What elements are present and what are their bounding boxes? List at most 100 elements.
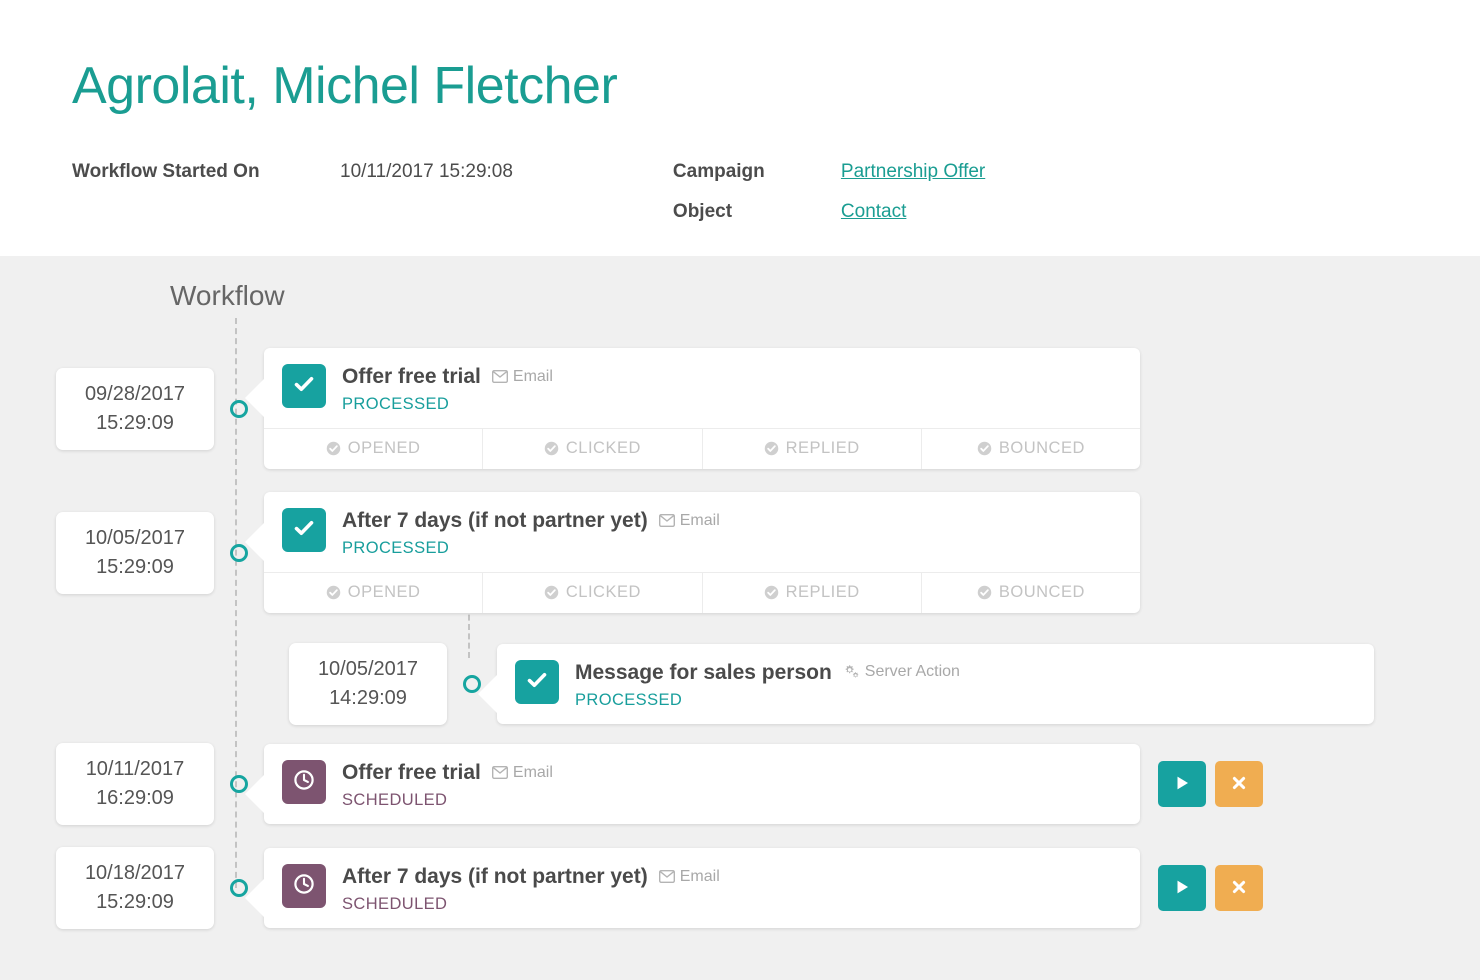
check-icon <box>292 372 316 401</box>
cancel-button[interactable] <box>1215 761 1263 807</box>
row-date: 09/28/2017 <box>84 382 186 405</box>
activity-card[interactable]: Offer free trial Email SCHEDULED <box>264 744 1140 824</box>
activity-type: Email <box>658 867 720 886</box>
stat-bounced[interactable]: BOUNCED <box>922 573 1140 613</box>
row-time: 14:29:09 <box>329 687 407 709</box>
activity-card[interactable]: After 7 days (if not partner yet) Email … <box>264 848 1140 928</box>
row-date-box: 10/05/2017 15:29:09 <box>56 511 214 594</box>
run-now-button[interactable] <box>1158 761 1206 807</box>
row-date-box: 10/05/2017 14:29:09 <box>289 643 447 725</box>
stat-label: BOUNCED <box>998 439 1085 457</box>
activity-type: Email <box>491 367 553 386</box>
activity-state: SCHEDULED <box>342 791 448 809</box>
activity-type: Server Action <box>843 663 960 681</box>
object-label: Object <box>672 201 733 223</box>
close-icon <box>1230 774 1248 795</box>
stat-clicked[interactable]: CLICKED <box>483 429 703 469</box>
stat-label: OPENED <box>347 439 421 457</box>
check-icon <box>292 516 316 545</box>
row-date: 10/11/2017 <box>85 758 185 780</box>
header-meta: Workflow Started On 10/11/2017 15:29:08 … <box>72 161 1480 241</box>
stat-opened[interactable]: OPENED <box>264 573 484 613</box>
activity-type-label: Email <box>512 763 553 781</box>
row-date: 10/05/2017 <box>317 658 419 680</box>
timeline-row-nested: 10/05/2017 14:29:09 Message for sales pe… <box>289 643 1374 725</box>
circle-check-icon <box>764 585 779 600</box>
activity-stats: OPENED CLICKED REPLIED BOUNCED <box>264 572 1140 613</box>
envelope-icon <box>491 766 508 779</box>
row-actions <box>1158 761 1263 807</box>
activity-type: Email <box>658 512 720 530</box>
activity-card[interactable]: Message for sales person Server Action P… <box>497 644 1374 724</box>
circle-check-icon <box>326 585 341 600</box>
activity-state: SCHEDULED <box>342 895 448 913</box>
card-pointer <box>245 774 265 814</box>
activity-card[interactable]: After 7 days (if not partner yet) Email … <box>264 492 1140 613</box>
activity-title: Offer free trial <box>342 761 481 784</box>
close-icon <box>1230 878 1248 899</box>
circle-check-icon <box>326 441 341 456</box>
row-date-box: 10/18/2017 15:29:09 <box>56 847 214 929</box>
object-row: Object Contact <box>673 201 985 241</box>
page-header: Agrolait, Michel Fletcher Workflow Start… <box>0 0 1480 256</box>
workflow-started-value: 10/11/2017 15:29:08 <box>340 161 513 183</box>
page-title: Agrolait, Michel Fletcher <box>72 57 618 115</box>
timeline-row: 10/11/2017 16:29:09 Offer free trial Ema… <box>56 743 1263 825</box>
stat-replied[interactable]: REPLIED <box>703 429 922 469</box>
circle-check-icon <box>544 585 559 600</box>
activity-type-label: Email <box>512 367 553 385</box>
activity-title: After 7 days (if not partner yet) <box>342 865 648 888</box>
play-icon <box>1172 877 1192 900</box>
timeline-row: 10/18/2017 15:29:09 After 7 days (if not… <box>56 847 1263 929</box>
envelope-icon <box>658 514 675 527</box>
workflow-section-label: Workflow <box>170 280 285 311</box>
row-time: 15:29:09 <box>96 555 174 578</box>
stat-bounced[interactable]: BOUNCED <box>922 429 1140 469</box>
card-pointer <box>245 522 265 562</box>
clock-icon <box>292 872 316 901</box>
activity-type-label: Email <box>679 867 720 885</box>
stat-label: OPENED <box>347 583 421 601</box>
object-link[interactable]: Contact <box>841 201 906 223</box>
stat-replied[interactable]: REPLIED <box>703 573 922 613</box>
card-pointer <box>245 378 265 418</box>
row-actions <box>1158 865 1263 911</box>
cancel-button[interactable] <box>1215 865 1263 911</box>
stat-opened[interactable]: OPENED <box>264 429 484 469</box>
status-badge <box>282 864 326 908</box>
workflow-started-label: Workflow Started On <box>72 161 260 183</box>
activity-title: Offer free trial <box>342 365 481 388</box>
status-badge <box>282 508 326 552</box>
activity-type: Email <box>491 763 553 782</box>
activity-state: PROCESSED <box>342 395 450 413</box>
card-pointer <box>478 674 498 714</box>
envelope-icon <box>491 370 508 383</box>
timeline-row: 10/05/2017 15:29:09 After 7 days (if not… <box>56 492 1140 613</box>
check-icon <box>525 668 549 697</box>
row-time: 15:29:09 <box>96 891 174 913</box>
started-meta-block: Workflow Started On 10/11/2017 15:29:08 <box>72 161 513 241</box>
status-badge <box>282 760 326 804</box>
status-badge <box>515 660 559 704</box>
activity-title: Message for sales person <box>575 661 832 684</box>
stat-clicked[interactable]: CLICKED <box>483 573 703 613</box>
campaign-link[interactable]: Partnership Offer <box>841 161 985 183</box>
card-pointer <box>245 878 265 918</box>
stat-label: BOUNCED <box>998 583 1085 601</box>
row-time: 16:29:09 <box>96 787 174 809</box>
row-time: 15:29:09 <box>96 411 174 434</box>
circle-check-icon <box>977 585 992 600</box>
stat-label: CLICKED <box>565 583 641 601</box>
activity-title: After 7 days (if not partner yet) <box>342 509 648 532</box>
row-date: 10/18/2017 <box>84 862 186 884</box>
stat-label: REPLIED <box>785 583 860 601</box>
activity-type-label: Server Action <box>864 662 960 680</box>
row-date-box: 10/11/2017 16:29:09 <box>56 743 214 825</box>
clock-icon <box>292 768 316 797</box>
workflow-started-row: Workflow Started On 10/11/2017 15:29:08 <box>72 161 513 201</box>
activity-card[interactable]: Offer free trial Email PROCESSED OPENED … <box>264 348 1140 469</box>
stat-label: CLICKED <box>565 439 641 457</box>
run-now-button[interactable] <box>1158 865 1206 911</box>
campaign-meta-block: Campaign Partnership Offer Object Contac… <box>673 161 985 241</box>
timeline-row: 09/28/2017 15:29:09 Offer free trial Ema… <box>56 348 1140 469</box>
